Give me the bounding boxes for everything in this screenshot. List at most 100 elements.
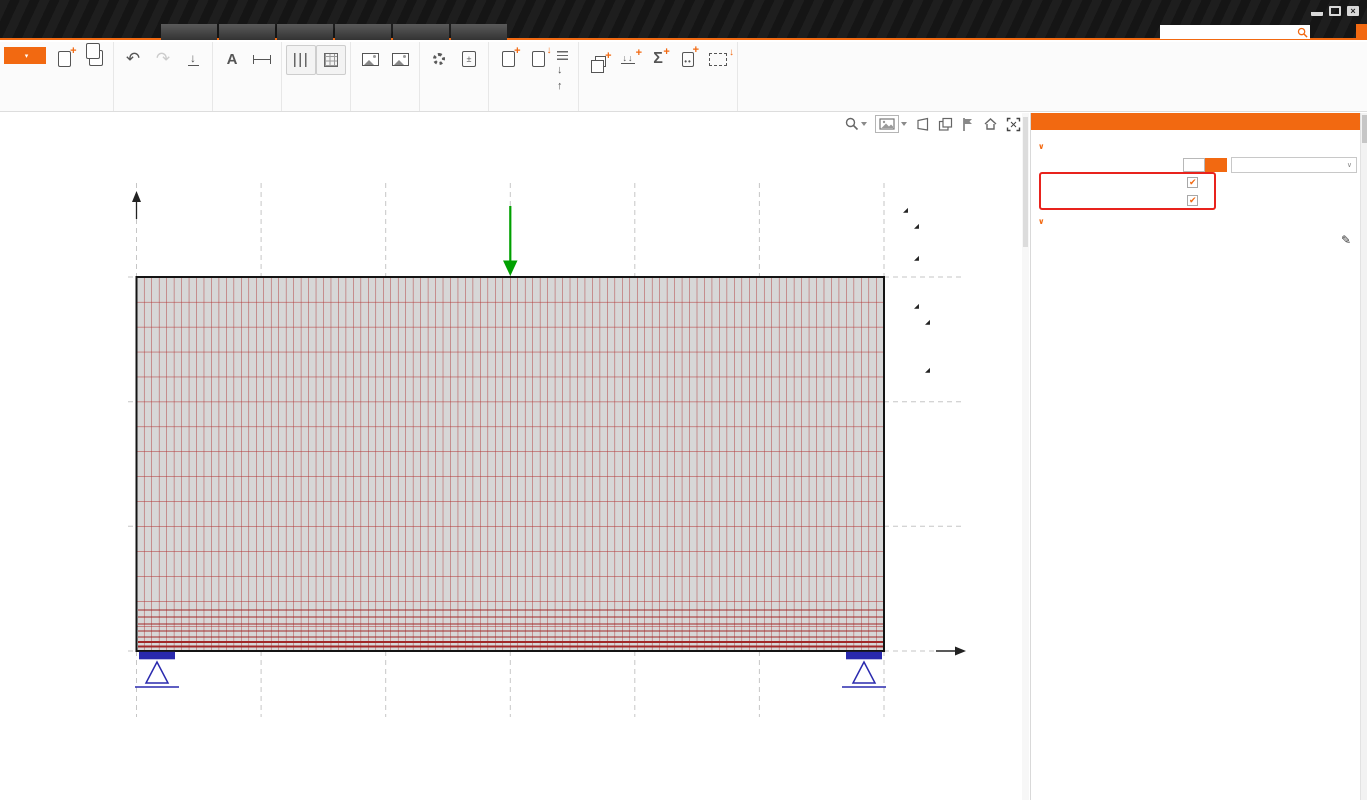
limit-state-section-header[interactable]: ∨ — [1038, 142, 1357, 151]
tree-item-supports[interactable]: ◢ — [899, 252, 1023, 268]
save-button[interactable]: ↓ — [178, 45, 208, 73]
new-picture-button[interactable] — [355, 45, 385, 73]
uls-toggle-button[interactable] — [1183, 158, 1205, 172]
grid-icon — [324, 53, 338, 67]
tree-item-uls-combinations[interactable]: ◢ — [899, 364, 1023, 380]
load-arrow-head[interactable] — [503, 261, 518, 277]
ribbon-group-project-items: ▾ — [0, 42, 114, 111]
tree-expander-icon[interactable]: ◢ — [914, 251, 919, 267]
combination-button[interactable]: Σ — [643, 45, 673, 73]
scrollbar-thumb[interactable] — [1023, 117, 1028, 247]
flag-tool-button[interactable] — [961, 117, 975, 132]
undo-button[interactable]: ↶ — [118, 45, 148, 73]
tree-item-drm2[interactable]: ◢ — [899, 204, 1023, 220]
tab-materials[interactable] — [451, 24, 507, 40]
crack-width-checkbox[interactable] — [1187, 177, 1198, 188]
tree-expander-icon[interactable]: ◢ — [914, 299, 919, 315]
search-input[interactable] — [1162, 26, 1297, 38]
tab-tools[interactable] — [277, 24, 333, 40]
ribbon-group-label — [579, 110, 737, 111]
load-case-button[interactable]: ↓↓ — [613, 45, 643, 73]
tree-item-members[interactable]: ◢ — [899, 220, 1023, 236]
tree-expander-icon[interactable]: ◢ — [903, 203, 908, 219]
cube-icon — [595, 56, 606, 67]
ribbon-group-label — [213, 110, 281, 111]
project-item-selector[interactable]: ▾ — [4, 47, 46, 64]
tree-item-loads-and-combin[interactable]: ◢ — [899, 300, 1023, 316]
canvas-scrollbar[interactable] — [1022, 113, 1029, 800]
tree-item-lc1[interactable] — [899, 332, 1023, 348]
tree-item-lc2[interactable] — [899, 348, 1023, 364]
edit-pencil-icon[interactable]: ✎ — [1341, 233, 1351, 247]
zoom-fit-button[interactable] — [1006, 117, 1021, 132]
ribbon-group-label — [351, 110, 419, 111]
tree-item-load-cases[interactable]: ◢ — [899, 316, 1023, 332]
detail-canvas[interactable] — [0, 113, 1030, 800]
sls-toggle-button[interactable] — [1205, 158, 1227, 172]
tree-expander-icon[interactable]: ◢ — [914, 219, 919, 235]
template-save-button[interactable]: ↓ — [557, 63, 572, 78]
scrollbar-thumb[interactable] — [1362, 115, 1367, 143]
tab-project[interactable] — [161, 24, 217, 40]
tab-check[interactable] — [335, 24, 391, 40]
search-box — [1160, 25, 1310, 39]
info-button[interactable] — [1356, 24, 1367, 40]
ribbon-tabs — [161, 24, 507, 40]
tree-item-ps1[interactable] — [899, 268, 1023, 284]
ribbon-group-templates: ↓ ↑ — [489, 42, 579, 111]
grid-toggle-button[interactable] — [316, 45, 346, 75]
properties-panel: ∨ ∨ — [1030, 113, 1367, 800]
properties-scrollbar[interactable] — [1360, 113, 1367, 800]
settings-button[interactable] — [424, 45, 454, 73]
ribbon-group-draw — [282, 42, 351, 111]
maximize-icon[interactable] — [1329, 6, 1341, 16]
tree-item-w1[interactable] — [899, 236, 1023, 252]
layers-view-button[interactable] — [938, 117, 953, 132]
minimize-icon[interactable] — [1311, 6, 1323, 16]
x-axis-arrow — [955, 647, 966, 656]
rebar-assembly-icon: •• — [682, 52, 694, 67]
zoom-icon — [845, 117, 859, 131]
search-icon[interactable] — [1297, 27, 1308, 38]
home-view-button[interactable] — [983, 117, 998, 131]
tab-report[interactable] — [393, 24, 449, 40]
support-right[interactable] — [842, 652, 886, 687]
ribbon-group-pictures — [351, 42, 420, 111]
member-names-button[interactable]: A — [217, 45, 247, 73]
ribbon-group-label — [489, 110, 578, 111]
tree-item-ps2[interactable] — [899, 284, 1023, 300]
tab-design[interactable] — [219, 24, 275, 40]
support-left[interactable] — [135, 652, 179, 687]
concrete-member[interactable] — [137, 277, 885, 651]
gallery-button[interactable] — [385, 45, 415, 73]
apply-template-icon — [532, 51, 545, 67]
template-manager-button[interactable] — [557, 47, 572, 62]
deflection-check-row — [1045, 192, 1357, 209]
tree-expander-icon[interactable]: ◢ — [925, 363, 930, 379]
ribbon-group-label — [282, 110, 350, 111]
dxf-import-button[interactable] — [703, 45, 733, 73]
model-entity-button[interactable] — [583, 45, 613, 73]
dxf-file-icon — [709, 53, 727, 66]
sigma-icon: Σ — [653, 51, 663, 67]
dimension-lines-button[interactable] — [247, 45, 277, 73]
ribbon-group-calculation: ± — [420, 42, 489, 111]
zoom-tool-button[interactable] — [845, 117, 867, 131]
perspective-view-button[interactable] — [915, 117, 930, 132]
rebars-toggle-button[interactable] — [286, 45, 316, 75]
limit-state-dropdown[interactable]: ∨ — [1231, 157, 1357, 173]
new-project-item-button[interactable] — [49, 45, 79, 73]
calculate-button[interactable]: ± — [454, 45, 484, 73]
copy-project-item-button[interactable] — [79, 45, 109, 73]
create-template-button[interactable] — [493, 45, 523, 73]
deflection-checkbox[interactable] — [1187, 195, 1198, 206]
tree-expander-icon[interactable]: ◢ — [925, 315, 930, 331]
apply-template-button[interactable] — [523, 45, 553, 73]
image-view-button[interactable] — [875, 115, 907, 133]
combination-section-header[interactable]: ∨ — [1038, 217, 1357, 226]
template-open-button[interactable]: ↑ — [557, 79, 572, 94]
new-picture-icon — [362, 53, 379, 66]
limit-state-toggle — [1183, 158, 1227, 172]
close-icon[interactable]: × — [1347, 6, 1359, 16]
rebar-assembly-button[interactable]: •• — [673, 45, 703, 73]
